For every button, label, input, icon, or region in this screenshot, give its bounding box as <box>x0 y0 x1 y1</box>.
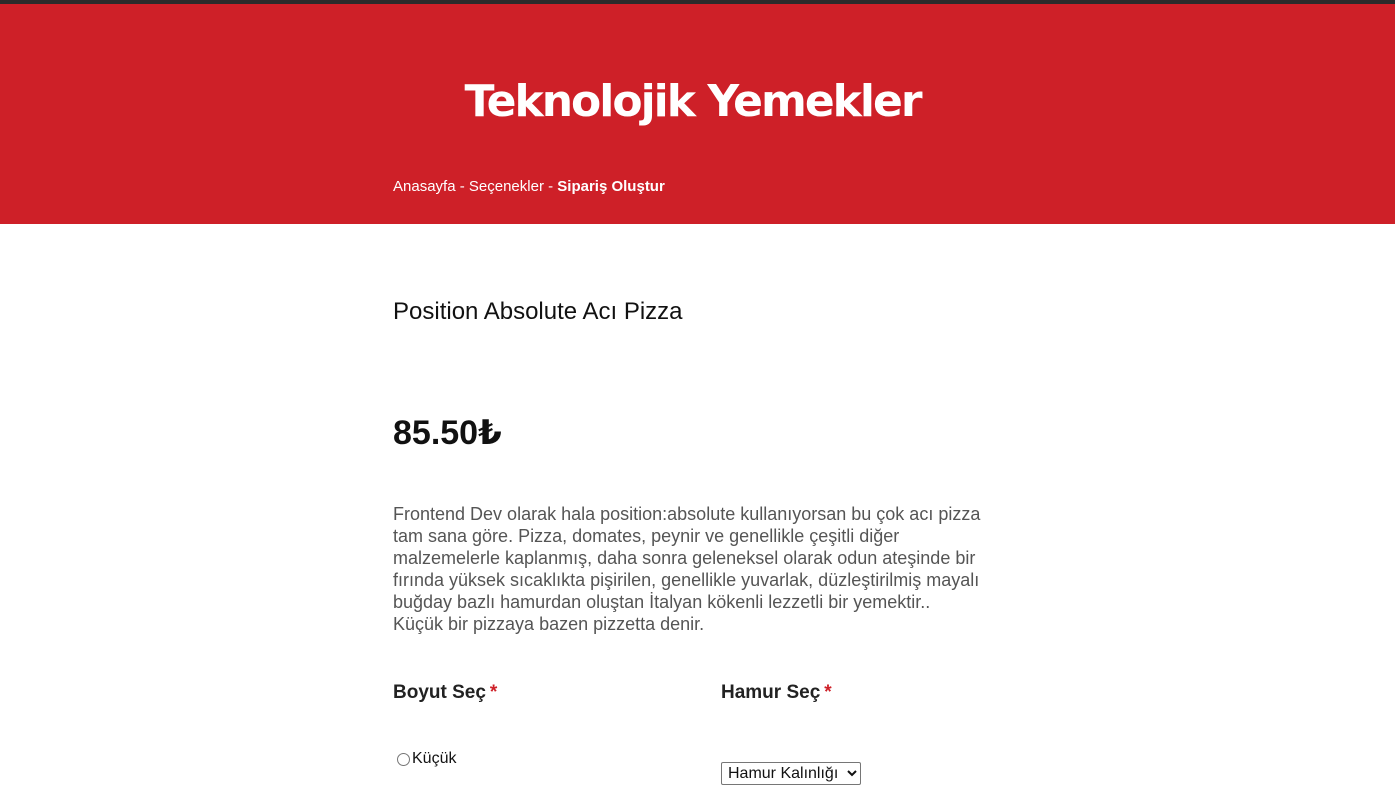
product-description: Frontend Dev olarak hala position:absolu… <box>393 504 981 634</box>
product-price: 85.50₺ <box>393 414 502 452</box>
breadcrumb-home-link[interactable]: Anasayfa <box>393 178 456 195</box>
size-radio-small[interactable] <box>397 752 410 766</box>
brand-logo[interactable]: Teknolojik Yemekler <box>0 74 1385 130</box>
breadcrumb-separator: - <box>543 178 558 195</box>
dough-label-text: Hamur Seç <box>721 682 821 703</box>
site-header: Teknolojik Yemekler Anasayfa - Seçenekle… <box>0 4 1395 224</box>
required-asterisk: * <box>824 682 832 703</box>
breadcrumb-options-link[interactable]: Seçenekler <box>469 178 544 195</box>
size-label-text: Boyut Seç <box>393 682 486 703</box>
required-asterisk: * <box>489 682 498 703</box>
size-section-label: Boyut Seç * <box>393 681 497 705</box>
size-option-small[interactable]: Küçük <box>397 750 456 768</box>
dough-section-label: Hamur Seç * <box>721 681 832 705</box>
breadcrumb-separator: - <box>455 178 469 195</box>
product-title: Position Absolute Acı Pizza <box>393 298 683 325</box>
size-option-label: Küçük <box>412 750 457 767</box>
breadcrumb: Anasayfa - Seçenekler - Sipariş Oluştur <box>393 177 665 197</box>
breadcrumb-current: Sipariş Oluştur <box>557 178 665 195</box>
dough-select[interactable]: Hamur Kalınlığı <box>721 762 861 785</box>
